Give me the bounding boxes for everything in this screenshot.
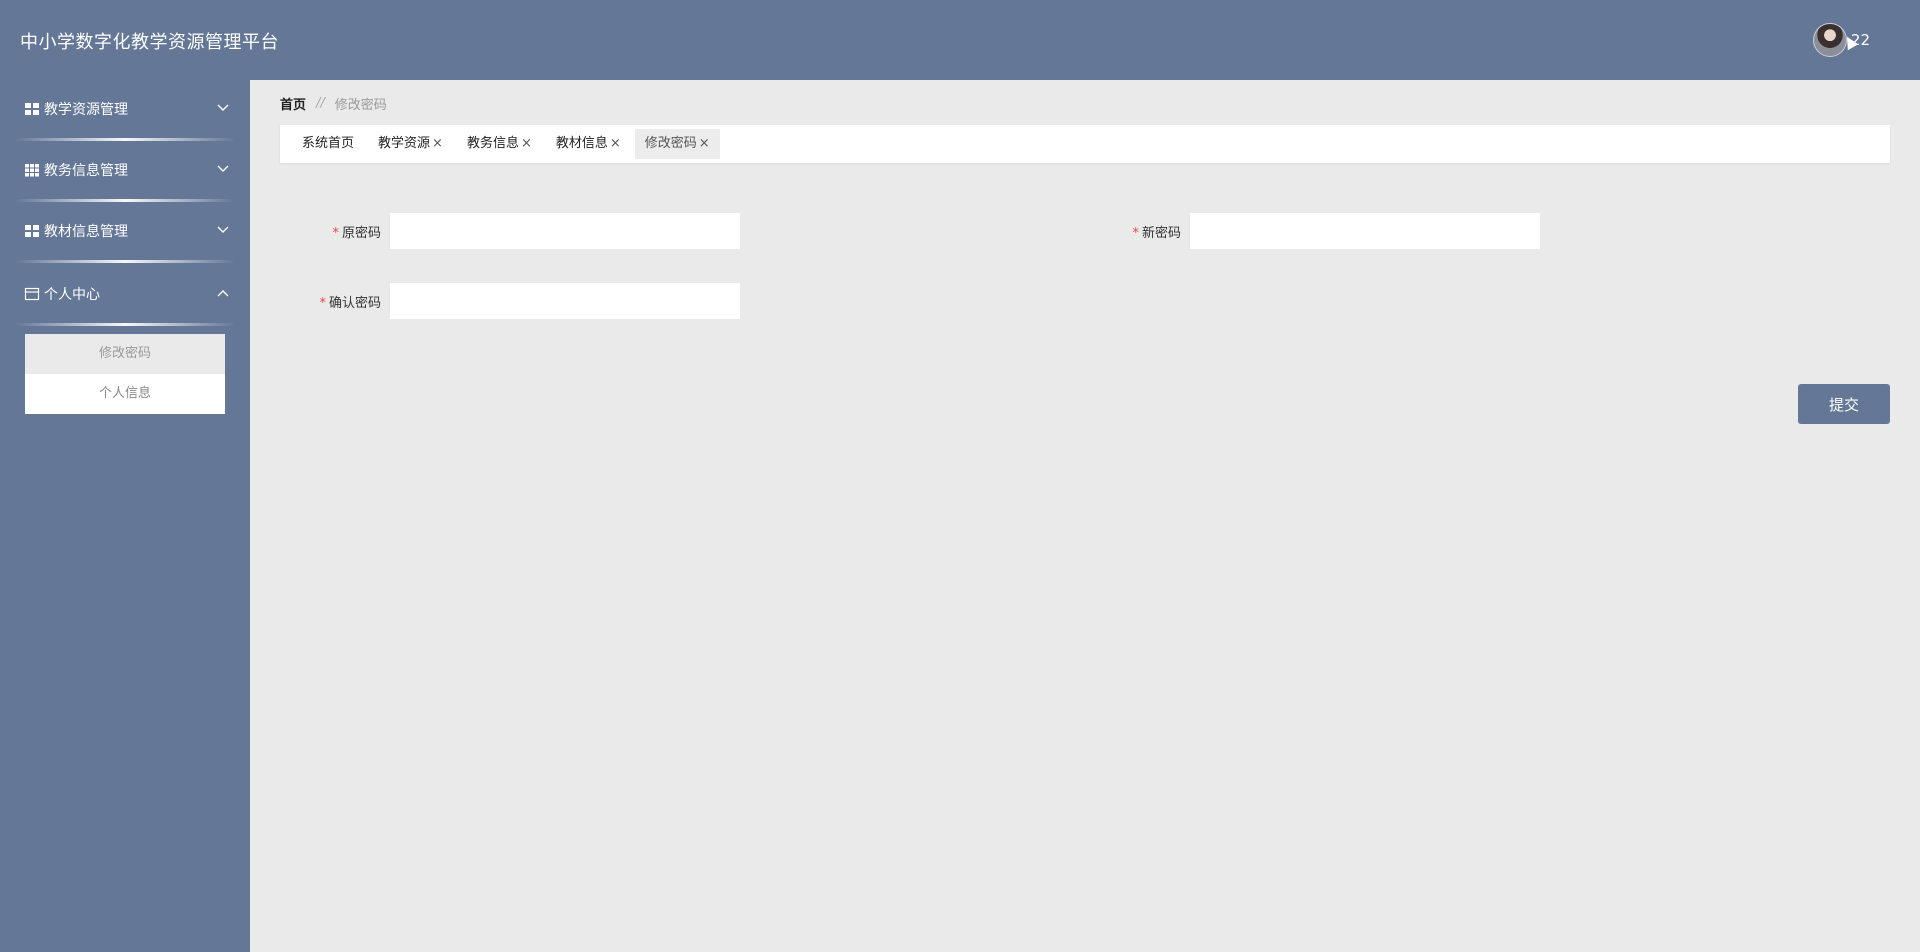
card-icon xyxy=(24,287,40,301)
avatar[interactable] xyxy=(1812,23,1847,57)
submenu-item-change-password[interactable]: 修改密码 xyxy=(25,334,225,374)
sidebar-item-textbook-info[interactable]: 教材信息管理 xyxy=(0,202,250,260)
confirm-password-label-text: 确认密码 xyxy=(328,295,381,311)
breadcrumb: 首页 // 修改密码 xyxy=(280,94,387,113)
sidebar-item-label: 教务信息管理 xyxy=(44,163,128,179)
required-mark: * xyxy=(319,295,326,311)
menu-divider xyxy=(15,260,235,263)
table-grid-icon xyxy=(25,164,39,177)
old-password-field: * 原密码 xyxy=(300,213,740,249)
confirm-password-field: * 确认密码 xyxy=(300,283,740,319)
menu-divider xyxy=(15,323,235,326)
chevron-down-icon xyxy=(217,165,229,172)
breadcrumb-current: 修改密码 xyxy=(334,98,387,113)
tabs-bar: 系统首页 教学资源 × 教务信息 × 教材信息 × 修改密码 × xyxy=(280,125,1890,163)
sidebar-item-label: 教学资源管理 xyxy=(44,102,128,118)
confirm-password-input[interactable] xyxy=(390,283,740,319)
sidebar: 教学资源管理 教务信息管理 教材信息管理 个人中心 修改密码 个人信息 xyxy=(0,80,250,952)
tab-change-password[interactable]: 修改密码 × xyxy=(634,129,720,159)
breadcrumb-separator: // xyxy=(316,96,325,111)
new-password-label-text: 新密码 xyxy=(1141,225,1181,241)
new-password-input[interactable] xyxy=(1190,213,1540,249)
tab-label: 修改密码 xyxy=(644,136,697,151)
chevron-down-icon xyxy=(217,226,229,233)
submenu-personal-center: 修改密码 个人信息 xyxy=(25,334,225,414)
submenu-item-personal-info[interactable]: 个人信息 xyxy=(25,374,225,414)
close-icon[interactable]: × xyxy=(699,129,710,159)
chevron-up-icon xyxy=(217,290,229,297)
required-mark: * xyxy=(1132,225,1139,241)
close-icon[interactable]: × xyxy=(610,129,621,159)
submit-button[interactable]: 提交 xyxy=(1798,384,1890,424)
sidebar-item-personal-center[interactable]: 个人中心 xyxy=(0,265,250,323)
tab-label: 教学资源 xyxy=(378,136,431,151)
chevron-down-icon xyxy=(217,104,229,111)
breadcrumb-home[interactable]: 首页 xyxy=(280,94,306,113)
old-password-label-text: 原密码 xyxy=(341,225,381,241)
app-title: 中小学数字化教学资源管理平台 xyxy=(20,32,279,53)
tab-teaching-resources[interactable]: 教学资源 × xyxy=(368,129,453,159)
required-mark: * xyxy=(332,225,339,241)
sidebar-item-academic-affairs[interactable]: 教务信息管理 xyxy=(0,141,250,199)
new-password-label: * 新密码 xyxy=(1102,222,1181,241)
tab-label: 系统首页 xyxy=(302,136,355,151)
old-password-input[interactable] xyxy=(390,213,740,249)
tab-label: 教务信息 xyxy=(466,136,519,151)
sidebar-item-teaching-resources[interactable]: 教学资源管理 xyxy=(0,80,250,138)
close-icon[interactable]: × xyxy=(432,129,443,159)
grid-icon xyxy=(25,103,39,115)
tab-label: 教材信息 xyxy=(555,136,608,151)
close-icon[interactable]: × xyxy=(521,129,532,159)
confirm-password-label: * 确认密码 xyxy=(300,292,381,311)
tab-system-home[interactable]: 系统首页 xyxy=(292,129,364,159)
sidebar-item-label: 教材信息管理 xyxy=(44,224,128,240)
user-menu[interactable]: 22 xyxy=(1812,22,1870,58)
new-password-field: * 新密码 xyxy=(1102,213,1540,249)
tab-academic-info[interactable]: 教务信息 × xyxy=(457,129,542,159)
tab-textbook-info[interactable]: 教材信息 × xyxy=(546,129,631,159)
main-content: 首页 // 修改密码 系统首页 教学资源 × 教务信息 × 教材信息 × 修改密… xyxy=(250,80,1920,952)
old-password-label: * 原密码 xyxy=(300,222,381,241)
top-header: 中小学数字化教学资源管理平台 22 xyxy=(0,0,1920,80)
grid-icon xyxy=(25,225,39,237)
sidebar-item-label: 个人中心 xyxy=(44,287,100,303)
